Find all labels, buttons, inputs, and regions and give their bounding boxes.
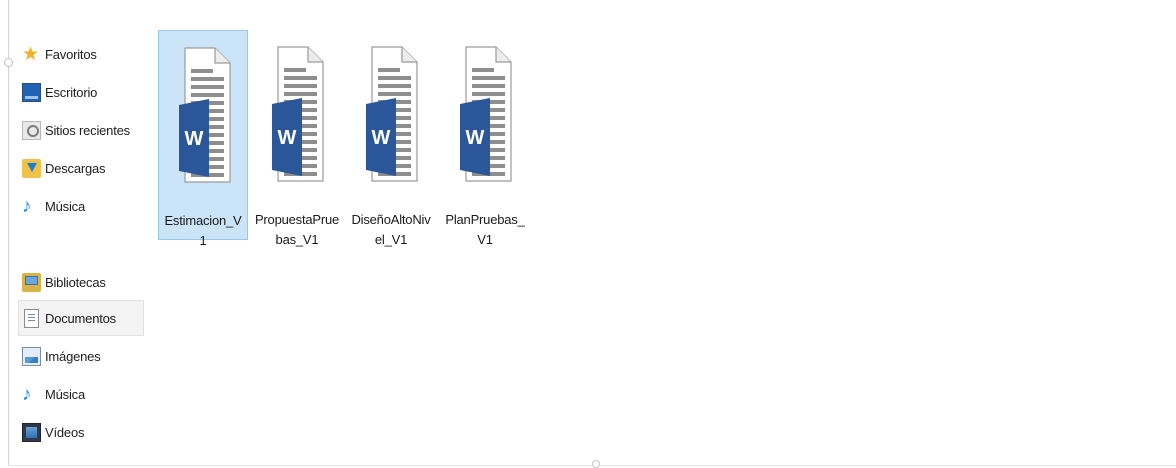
file-item[interactable]: W PlanPruebas_V1 — [440, 30, 530, 247]
nav-item-musica-bibliotecas[interactable]: ♪ Música — [18, 376, 144, 412]
nav-item-documentos[interactable]: Documentos — [18, 300, 144, 336]
svg-text:W: W — [466, 127, 485, 149]
videos-icon — [22, 422, 41, 442]
desktop-icon — [22, 82, 41, 102]
music-icon: ♪ — [22, 383, 32, 405]
nav-group-libraries[interactable]: Bibliotecas — [18, 264, 144, 300]
pane-resize-handle[interactable] — [4, 58, 13, 67]
nav-item-escritorio[interactable]: Escritorio — [18, 74, 144, 110]
nav-item-label: Música — [45, 386, 85, 402]
pictures-icon — [22, 346, 41, 366]
nav-item-imagenes[interactable]: Imágenes — [18, 338, 144, 374]
libraries-icon — [22, 272, 41, 292]
music-icon: ♪ — [22, 195, 32, 217]
file-name: PlanPruebas_V1 — [445, 212, 525, 247]
nav-item-label: Sitios recientes — [45, 122, 130, 138]
nav-group-label: Favoritos — [45, 46, 97, 62]
svg-text:W: W — [372, 127, 391, 149]
word-document-icon: W — [366, 46, 418, 182]
recent-places-icon — [22, 120, 41, 140]
documents-icon — [24, 308, 39, 328]
nav-item-label: Escritorio — [45, 84, 98, 100]
nav-item-label: Vídeos — [45, 424, 85, 440]
file-item[interactable]: W Estimacion_V1 — [158, 30, 248, 248]
nav-item-label: Música — [45, 198, 85, 214]
nav-item-label: Descargas — [45, 160, 106, 176]
downloads-icon — [22, 158, 41, 178]
file-item[interactable]: W DiseñoAltoNivel_V1 — [346, 30, 436, 247]
nav-group-label: Bibliotecas — [45, 274, 106, 290]
file-name: Estimacion_V1 — [164, 213, 242, 248]
nav-item-descargas[interactable]: Descargas — [18, 150, 144, 186]
word-document-icon: W — [272, 46, 324, 182]
nav-group-favorites[interactable]: ★ Favoritos — [18, 36, 144, 72]
window-edge — [8, 0, 9, 466]
file-name: DiseñoAltoNivel_V1 — [351, 212, 431, 247]
nav-item-musica-favoritos[interactable]: ♪ Música — [18, 188, 144, 224]
word-document-icon: W — [179, 47, 231, 183]
nav-item-label: Imágenes — [45, 348, 101, 364]
svg-text:W: W — [185, 128, 204, 150]
svg-text:W: W — [278, 127, 297, 149]
file-item[interactable]: W PropuestaPruebas_V1 — [252, 30, 342, 247]
word-document-icon: W — [460, 46, 512, 182]
bottom-resize-handle[interactable] — [592, 460, 600, 468]
star-icon: ★ — [22, 43, 40, 65]
nav-item-label: Documentos — [45, 310, 116, 326]
nav-item-videos[interactable]: Vídeos — [18, 414, 144, 450]
nav-item-sitios-recientes[interactable]: Sitios recientes — [18, 112, 144, 148]
file-name: PropuestaPruebas_V1 — [254, 212, 340, 247]
